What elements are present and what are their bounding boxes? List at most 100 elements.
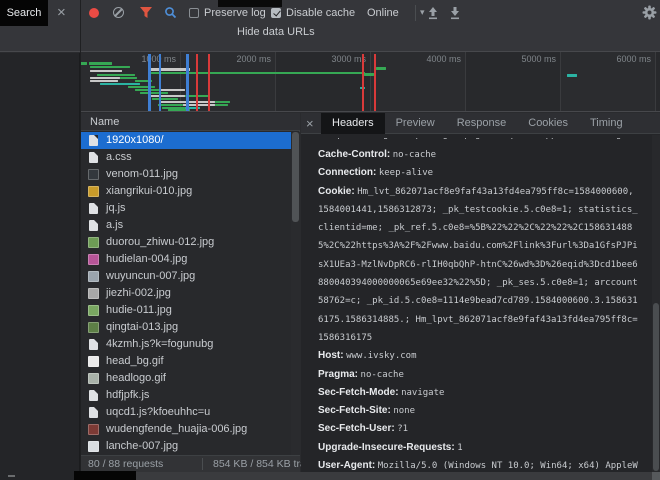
clear-icon[interactable] [113,7,124,18]
status-divider [202,458,203,470]
request-name: hudielan-004.jpg [106,251,187,268]
search-icon[interactable] [164,6,177,19]
waterfall-bar [90,77,120,80]
network-toolbar: Search × Preserve log Disable cache Onli… [0,0,660,26]
throttling-dropdown[interactable]: Online [367,7,399,19]
disable-cache-label: Disable cache [286,7,355,19]
gear-icon[interactable] [642,5,657,20]
request-name: wudengfende_huajia-006.jpg [106,421,247,438]
close-icon[interactable]: × [57,5,66,20]
header-entry: Cache-Control: no-cache [318,146,638,164]
request-name: hdfjpfk.js [106,387,149,404]
table-row[interactable]: wuyuncun-007.jpg [80,268,292,285]
domcontentloaded-line [159,54,161,112]
load-event-line [196,54,198,112]
network-overview-timeline[interactable]: 1000 ms2000 ms3000 ms4000 ms5000 ms6000 … [80,52,660,112]
waterfall-bar [89,62,112,65]
timeline-tick-label: 6000 ms [616,54,651,64]
request-name: wuyuncun-007.jpg [106,268,195,285]
header-entry: Sec-Fetch-Site: none [318,402,638,420]
header-entry: Sec-Fetch-Mode: navigate [318,384,638,402]
table-row[interactable]: duorou_zhiwu-012.jpg [80,234,292,251]
tab-cookies[interactable]: Cookies [517,113,579,134]
tab-timing[interactable]: Timing [579,113,634,134]
waterfall-bar [150,72,365,75]
header-value: navigate [401,388,444,398]
timeline-gridline [275,52,276,112]
document-file-icon [89,135,98,146]
header-entry: Connection: keep-alive [318,164,638,182]
domcontentloaded-line [148,54,151,112]
table-row[interactable]: lanche-007.jpg [80,438,292,455]
tab-headers[interactable]: Headers [321,113,385,134]
waterfall-bar [90,70,122,73]
tab-preview[interactable]: Preview [385,113,446,134]
request-name: qingtai-013.jpg [106,319,178,336]
header-entry: Cookie: Hm_lvt_862071acf8e9faf43a13fd4ea… [318,183,638,348]
waterfall-bar [152,98,178,101]
image-file-icon [88,288,99,299]
search-drawer-tab[interactable]: Search [0,0,48,26]
table-row[interactable]: headlogo.gif [80,370,292,387]
name-column-header[interactable]: Name [80,113,300,131]
table-row[interactable]: jiezhi-002.jpg [80,285,292,302]
header-value: no-cache [361,370,404,380]
tab-response[interactable]: Response [446,113,518,134]
table-row[interactable]: qingtai-013.jpg [80,319,292,336]
table-row[interactable]: hdfjpfk.js [80,387,292,404]
timeline-tick-label: 2000 ms [236,54,271,64]
record-icon[interactable] [89,8,99,18]
disable-cache-checkbox[interactable] [271,8,281,18]
request-name: 1920x1080/ [106,132,164,149]
waterfall-bar [90,66,130,69]
name-scrollbar[interactable] [291,132,300,455]
table-row[interactable]: venom-011.jpg [80,166,292,183]
header-entry: Pragma: no-cache [318,366,638,384]
scrollbar-thumb[interactable] [653,303,659,471]
waterfall-bar [215,104,228,107]
table-row[interactable]: 1920x1080/ [80,132,292,149]
request-rows: 1920x1080/a.cssvenom-011.jpgxiangrikui-0… [80,132,292,455]
table-row[interactable]: uqcd1.js?kfoeuhhc=u [80,404,292,421]
close-details-icon[interactable]: × [306,116,314,131]
load-event-line [208,54,210,112]
bottom-strip [0,472,660,480]
header-name: Sec-Fetch-Mode: [318,387,399,398]
header-entry: Host: www.ivsky.com [318,347,638,365]
table-row[interactable]: head_bg.gif [80,353,292,370]
table-row[interactable]: xiangrikui-010.jpg [80,183,292,200]
header-value: none [393,406,415,416]
request-name: jq.js [106,200,126,217]
filter-icon[interactable] [139,7,153,19]
image-file-icon [88,169,99,180]
preserve-log-checkbox[interactable] [189,8,199,18]
details-scrollbar[interactable] [652,135,660,472]
table-row[interactable]: jq.js [80,200,292,217]
table-row[interactable]: hudielan-004.jpg [80,251,292,268]
waterfall-bar [80,62,87,65]
resize-handle [8,475,15,477]
export-har-icon[interactable] [449,6,461,20]
search-results-panel [0,53,80,472]
table-row[interactable]: hudie-011.jpg [80,302,292,319]
import-har-icon[interactable] [427,6,439,20]
table-row[interactable]: wudengfende_huajia-006.jpg [80,421,292,438]
table-row[interactable]: a.css [80,149,292,166]
request-name: head_bg.gif [106,353,164,370]
domcontentloaded-line [186,54,189,112]
chevron-down-icon[interactable]: ▾ [420,7,425,18]
hide-data-urls-label: Hide data URLs [237,26,315,38]
details-tabs: HeadersPreviewResponseCookiesTiming [321,113,634,134]
request-table: Name 1920x1080/a.cssvenom-011.jpgxiangri… [80,113,300,472]
header-name: Cookie: [318,186,355,197]
table-row[interactable]: 4kzmh.js?k=fogunubg [80,336,292,353]
waterfall-bar [120,77,137,80]
waterfall-bar [567,74,577,77]
image-file-icon [88,186,99,197]
waterfall-bar [158,104,183,107]
devtools-window: Search × Preserve log Disable cache Onli… [0,0,660,480]
table-row[interactable]: a.js [80,217,292,234]
request-headers-content[interactable]: ml;q=0.9,image/webp,image/apng,*/*;q=0.8… [301,135,652,472]
header-entry: Upgrade-Insecure-Requests: 1 [318,439,638,457]
scrollbar-thumb[interactable] [292,132,299,222]
